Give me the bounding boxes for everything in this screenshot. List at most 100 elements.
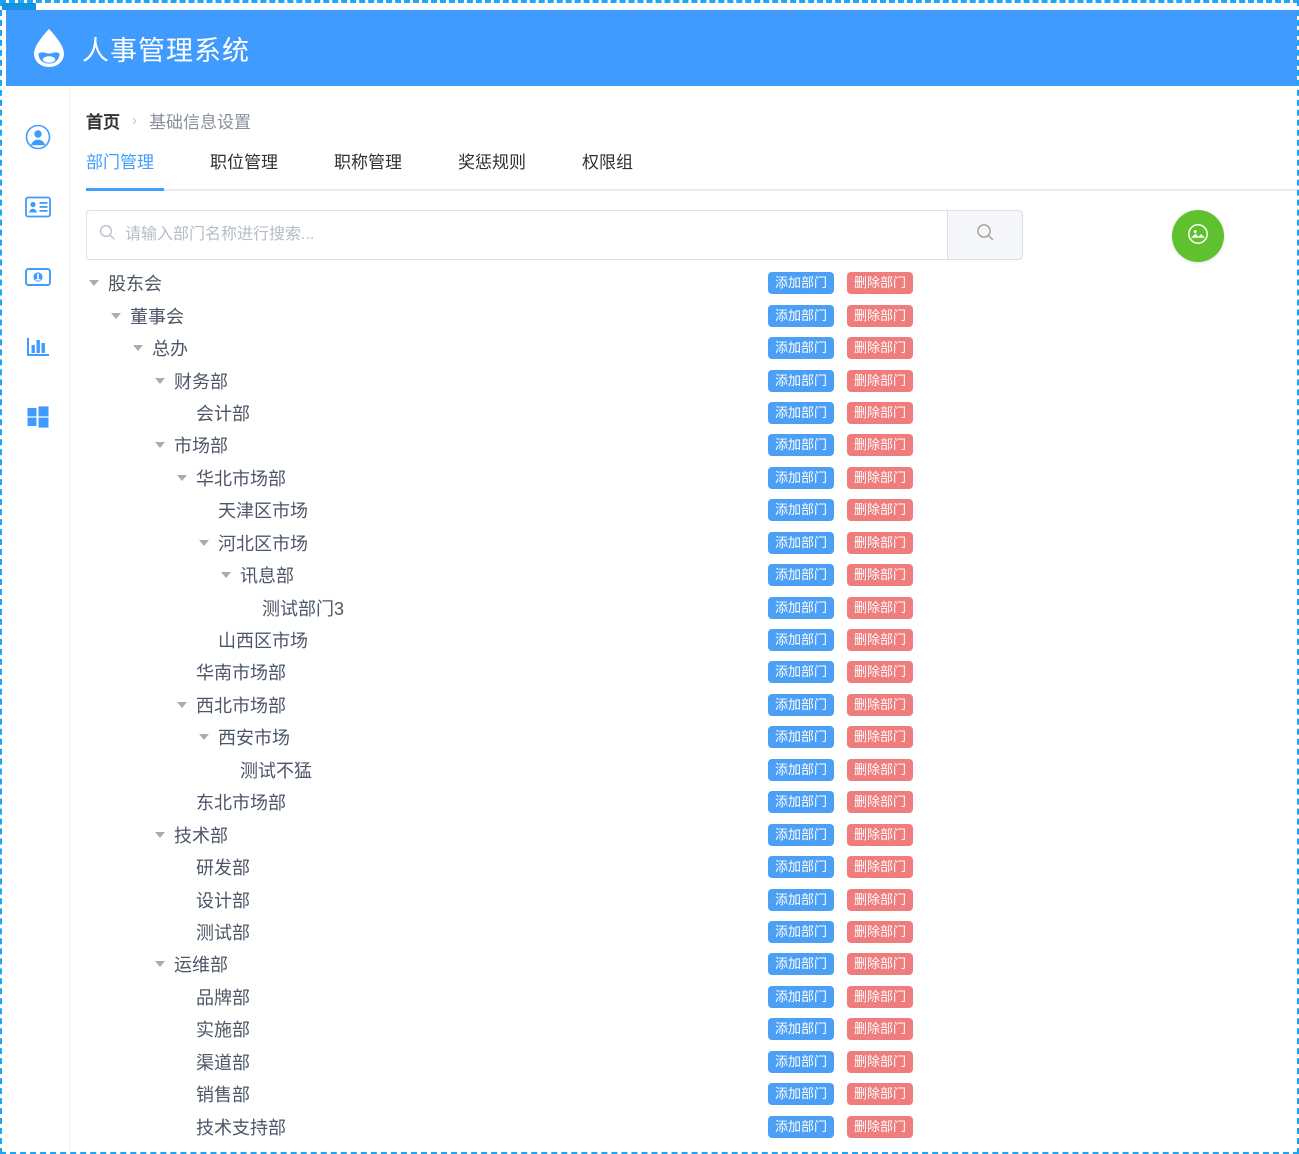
caret-down-icon[interactable]: [152, 373, 168, 389]
delete-department-button[interactable]: 删除部门: [847, 564, 914, 587]
delete-department-button[interactable]: 删除部门: [847, 272, 914, 295]
delete-department-button[interactable]: 删除部门: [847, 401, 914, 424]
add-department-button[interactable]: 添加部门: [768, 953, 835, 976]
tab-title-management[interactable]: 职称管理: [334, 148, 402, 184]
delete-department-button[interactable]: 删除部门: [847, 856, 914, 879]
delete-department-button[interactable]: 删除部门: [847, 629, 914, 652]
add-department-button[interactable]: 添加部门: [768, 823, 835, 846]
tab-position-management[interactable]: 职位管理: [210, 148, 278, 184]
add-department-button[interactable]: 添加部门: [768, 531, 835, 554]
add-department-button[interactable]: 添加部门: [768, 629, 835, 652]
tree-node[interactable]: 华南市场部 添加部门 删除部门: [86, 656, 1281, 688]
add-department-button[interactable]: 添加部门: [768, 1115, 835, 1138]
delete-department-button[interactable]: 删除部门: [847, 337, 914, 360]
tree-node[interactable]: 技术支持部 添加部门 删除部门: [86, 1110, 1281, 1142]
delete-department-button[interactable]: 删除部门: [847, 953, 914, 976]
add-department-button[interactable]: 添加部门: [768, 693, 835, 716]
add-department-button[interactable]: 添加部门: [768, 726, 835, 749]
add-department-button[interactable]: 添加部门: [768, 304, 835, 327]
add-department-button[interactable]: 添加部门: [768, 401, 835, 424]
delete-department-button[interactable]: 删除部门: [847, 434, 914, 457]
tree-node[interactable]: 总办 添加部门 删除部门: [86, 332, 1281, 364]
tree-node[interactable]: 山西区市场 添加部门 删除部门: [86, 624, 1281, 656]
add-department-button[interactable]: 添加部门: [768, 499, 835, 522]
delete-department-button[interactable]: 删除部门: [847, 499, 914, 522]
tree-node[interactable]: 运维部 添加部门 删除部门: [86, 948, 1281, 980]
add-image-floating-button[interactable]: [1172, 210, 1224, 262]
tab-reward-punishment-rules[interactable]: 奖惩规则: [458, 148, 526, 184]
tree-node[interactable]: 河北区市场 添加部门 删除部门: [86, 527, 1281, 559]
caret-down-icon[interactable]: [86, 275, 102, 291]
add-department-button[interactable]: 添加部门: [768, 1083, 835, 1106]
sidebar-item-apps[interactable]: [6, 382, 70, 452]
delete-department-button[interactable]: 删除部门: [847, 1018, 914, 1041]
add-department-button[interactable]: 添加部门: [768, 1050, 835, 1073]
tree-node[interactable]: 东北市场部 添加部门 删除部门: [86, 786, 1281, 818]
sidebar-item-user[interactable]: [6, 102, 70, 172]
caret-down-icon[interactable]: [174, 697, 190, 713]
tree-node[interactable]: 测试部门3 添加部门 删除部门: [86, 591, 1281, 623]
tree-node[interactable]: 股东会 添加部门 删除部门: [86, 267, 1281, 299]
delete-department-button[interactable]: 删除部门: [847, 758, 914, 781]
add-department-button[interactable]: 添加部门: [768, 564, 835, 587]
delete-department-button[interactable]: 删除部门: [847, 1083, 914, 1106]
tree-node[interactable]: 市场部 添加部门 删除部门: [86, 429, 1281, 461]
add-department-button[interactable]: 添加部门: [768, 337, 835, 360]
caret-down-icon[interactable]: [218, 567, 234, 583]
add-department-button[interactable]: 添加部门: [768, 661, 835, 684]
tree-node[interactable]: 会计部 添加部门 删除部门: [86, 397, 1281, 429]
add-department-button[interactable]: 添加部门: [768, 434, 835, 457]
add-department-button[interactable]: 添加部门: [768, 369, 835, 392]
add-department-button[interactable]: 添加部门: [768, 758, 835, 781]
caret-down-icon[interactable]: [152, 437, 168, 453]
caret-down-icon[interactable]: [196, 729, 212, 745]
tree-node[interactable]: 实施部 添加部门 删除部门: [86, 1013, 1281, 1045]
caret-down-icon[interactable]: [174, 470, 190, 486]
search-input[interactable]: [123, 212, 947, 258]
caret-down-icon[interactable]: [152, 956, 168, 972]
search-button[interactable]: [947, 210, 1023, 260]
add-department-button[interactable]: 添加部门: [768, 920, 835, 943]
delete-department-button[interactable]: 删除部门: [847, 1115, 914, 1138]
delete-department-button[interactable]: 删除部门: [847, 888, 914, 911]
delete-department-button[interactable]: 删除部门: [847, 369, 914, 392]
caret-down-icon[interactable]: [130, 340, 146, 356]
add-department-button[interactable]: 添加部门: [768, 985, 835, 1008]
tab-department-management[interactable]: 部门管理: [86, 148, 154, 184]
add-department-button[interactable]: 添加部门: [768, 272, 835, 295]
tree-node[interactable]: 董事会 添加部门 删除部门: [86, 299, 1281, 331]
tree-node[interactable]: 西北市场部 添加部门 删除部门: [86, 689, 1281, 721]
delete-department-button[interactable]: 删除部门: [847, 791, 914, 814]
delete-department-button[interactable]: 删除部门: [847, 531, 914, 554]
add-department-button[interactable]: 添加部门: [768, 856, 835, 879]
delete-department-button[interactable]: 删除部门: [847, 726, 914, 749]
delete-department-button[interactable]: 删除部门: [847, 823, 914, 846]
delete-department-button[interactable]: 删除部门: [847, 693, 914, 716]
delete-department-button[interactable]: 删除部门: [847, 596, 914, 619]
delete-department-button[interactable]: 删除部门: [847, 466, 914, 489]
sidebar-item-reports[interactable]: [6, 312, 70, 382]
tree-node[interactable]: 天津区市场 添加部门 删除部门: [86, 494, 1281, 526]
add-department-button[interactable]: 添加部门: [768, 791, 835, 814]
tree-node[interactable]: 技术部 添加部门 删除部门: [86, 818, 1281, 850]
add-department-button[interactable]: 添加部门: [768, 1018, 835, 1041]
add-department-button[interactable]: 添加部门: [768, 466, 835, 489]
tab-permission-group[interactable]: 权限组: [582, 148, 633, 184]
tree-node[interactable]: 设计部 添加部门 删除部门: [86, 883, 1281, 915]
tree-node[interactable]: 渠道部 添加部门 删除部门: [86, 1046, 1281, 1078]
tree-node[interactable]: 华北市场部 添加部门 删除部门: [86, 462, 1281, 494]
breadcrumb-home[interactable]: 首页: [86, 108, 120, 133]
sidebar-item-payroll[interactable]: [6, 242, 70, 312]
tree-node[interactable]: 销售部 添加部门 删除部门: [86, 1078, 1281, 1110]
tree-node[interactable]: 研发部 添加部门 删除部门: [86, 851, 1281, 883]
add-department-button[interactable]: 添加部门: [768, 888, 835, 911]
delete-department-button[interactable]: 删除部门: [847, 985, 914, 1008]
caret-down-icon[interactable]: [108, 308, 124, 324]
caret-down-icon[interactable]: [152, 827, 168, 843]
caret-down-icon[interactable]: [196, 535, 212, 551]
tree-node[interactable]: 测试不猛 添加部门 删除部门: [86, 754, 1281, 786]
delete-department-button[interactable]: 删除部门: [847, 661, 914, 684]
tree-node[interactable]: 财务部 添加部门 删除部门: [86, 364, 1281, 396]
tree-node[interactable]: 品牌部 添加部门 删除部门: [86, 981, 1281, 1013]
delete-department-button[interactable]: 删除部门: [847, 920, 914, 943]
